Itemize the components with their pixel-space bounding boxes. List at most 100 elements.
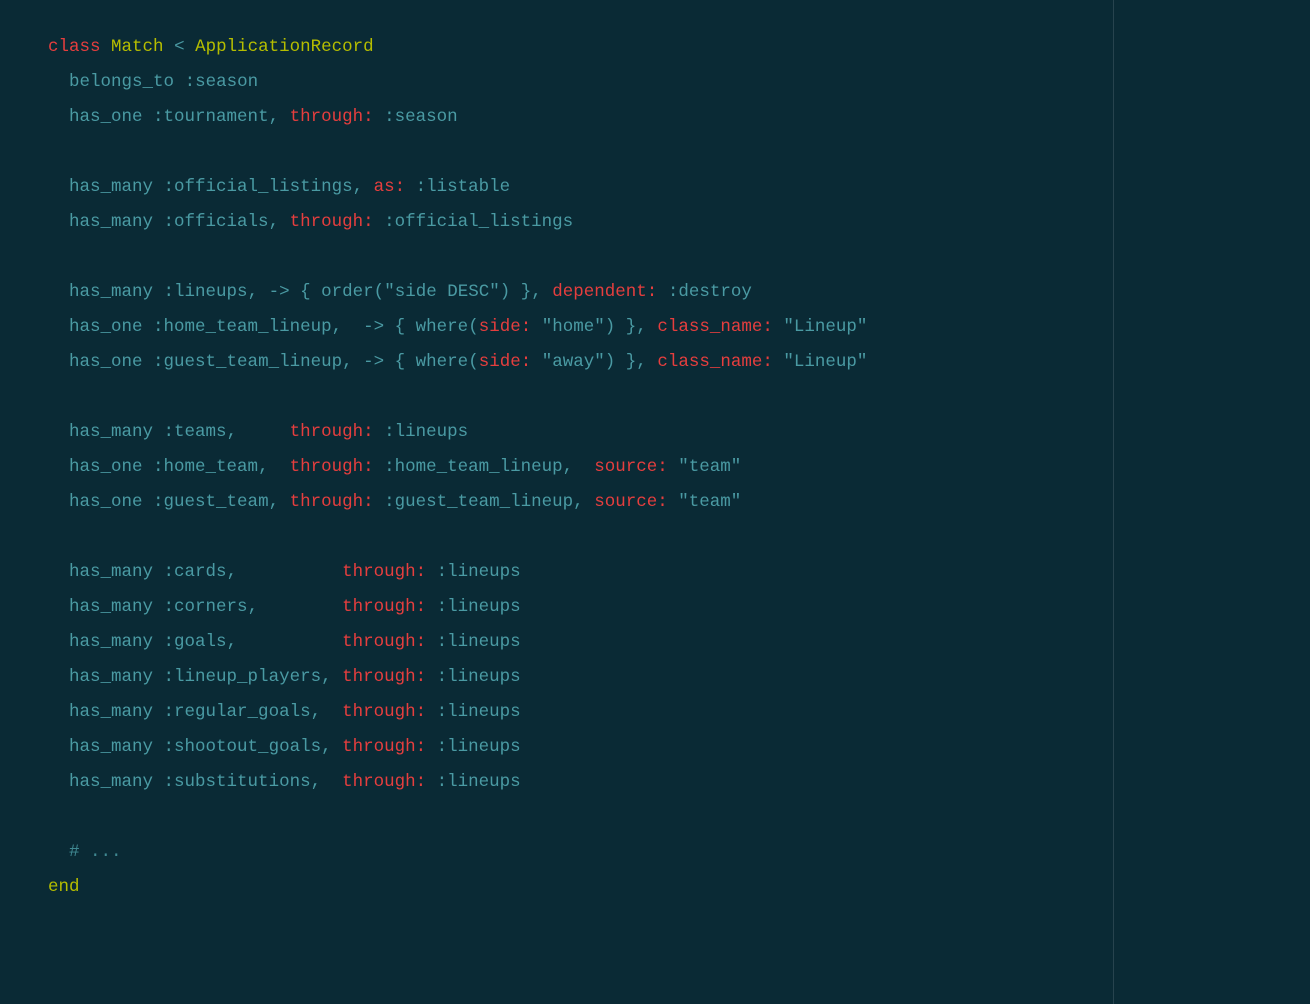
method-call: has_many <box>69 702 153 722</box>
symbol: :lineups <box>437 737 521 757</box>
method-call: where <box>416 352 469 372</box>
keyword-arg: through: <box>290 107 374 127</box>
paren-open: ( <box>468 352 479 372</box>
lambda-arrow: -> <box>363 352 384 372</box>
method-call: has_one <box>69 352 143 372</box>
keyword-arg: through: <box>290 492 374 512</box>
method-call: belongs_to <box>69 72 174 92</box>
symbol: :listable <box>416 177 511 197</box>
comma: , <box>636 352 647 372</box>
keyword-arg: through: <box>342 632 426 652</box>
keyword-arg: through: <box>342 562 426 582</box>
class-identifier: Match <box>111 37 164 57</box>
comma: , <box>269 107 280 127</box>
comma: , <box>321 667 332 687</box>
string-literal: "Lineup" <box>783 317 867 337</box>
method-call: has_many <box>69 422 153 442</box>
method-call: has_many <box>69 667 153 687</box>
method-call: where <box>416 317 469 337</box>
symbol: :lineup_players <box>164 667 322 687</box>
paren-close: ) <box>605 317 616 337</box>
symbol: :cards <box>164 562 227 582</box>
symbol: :regular_goals <box>164 702 311 722</box>
brace-open: { <box>300 282 311 302</box>
symbol: :lineups <box>437 772 521 792</box>
symbol: :corners <box>164 597 248 617</box>
comma: , <box>342 352 353 372</box>
method-call: has_many <box>69 562 153 582</box>
inherit-operator: < <box>174 37 185 57</box>
line: has_many :substitutions, through: :lineu… <box>48 772 521 792</box>
symbol: :guest_team_lineup <box>153 352 342 372</box>
keyword-arg: side: <box>479 317 532 337</box>
symbol: :official_listings <box>164 177 353 197</box>
comma: , <box>248 597 259 617</box>
line: has_one :home_team_lineup, -> { where(si… <box>48 317 867 337</box>
comma: , <box>353 177 364 197</box>
paren-open: ( <box>374 282 385 302</box>
symbol: :goals <box>164 632 227 652</box>
keyword-arg: source: <box>594 457 668 477</box>
comma: , <box>531 282 542 302</box>
lambda-arrow: -> <box>269 282 290 302</box>
line: class Match < ApplicationRecord <box>48 37 374 57</box>
line: has_one :guest_team, through: :guest_tea… <box>48 492 741 512</box>
method-call: has_many <box>69 282 153 302</box>
comma: , <box>311 702 322 722</box>
string-literal: "Lineup" <box>783 352 867 372</box>
brace-open: { <box>395 352 406 372</box>
method-call: has_one <box>69 107 143 127</box>
line: has_one :guest_team_lineup, -> { where(s… <box>48 352 867 372</box>
string-literal: "team" <box>678 457 741 477</box>
keyword-arg: source: <box>594 492 668 512</box>
line: belongs_to :season <box>48 72 258 92</box>
line: # ... <box>48 842 122 862</box>
string-literal: "team" <box>678 492 741 512</box>
comma: , <box>227 562 238 582</box>
paren-close: ) <box>500 282 511 302</box>
line: has_many :officials, through: :official_… <box>48 212 573 232</box>
symbol: :tournament <box>153 107 269 127</box>
symbol: :season <box>185 72 259 92</box>
brace-close: } <box>626 352 637 372</box>
method-call: has_many <box>69 632 153 652</box>
keyword-arg: through: <box>342 737 426 757</box>
symbol: :lineups <box>384 422 468 442</box>
line: has_many :lineups, -> { order("side DESC… <box>48 282 752 302</box>
keyword-arg: through: <box>342 702 426 722</box>
symbol: :substitutions <box>164 772 311 792</box>
symbol: :season <box>384 107 458 127</box>
symbol: :home_team <box>153 457 258 477</box>
comment: # ... <box>69 842 122 862</box>
comma: , <box>227 422 238 442</box>
symbol: :guest_team <box>153 492 269 512</box>
comma: , <box>269 212 280 232</box>
symbol: :guest_team_lineup <box>384 492 573 512</box>
method-call: has_one <box>69 317 143 337</box>
parent-class: ApplicationRecord <box>195 37 374 57</box>
method-call: has_many <box>69 772 153 792</box>
keyword-arg: side: <box>479 352 532 372</box>
string-literal: "away" <box>542 352 605 372</box>
symbol: :home_team_lineup <box>384 457 563 477</box>
line: has_many :corners, through: :lineups <box>48 597 521 617</box>
keyword-arg: class_name: <box>657 317 773 337</box>
symbol: :officials <box>164 212 269 232</box>
brace-close: } <box>521 282 532 302</box>
line: has_many :shootout_goals, through: :line… <box>48 737 521 757</box>
symbol: :destroy <box>668 282 752 302</box>
line: end <box>48 877 80 897</box>
symbol: :lineups <box>437 562 521 582</box>
keyword-end: end <box>48 877 80 897</box>
editor-ruler <box>1113 0 1114 1004</box>
keyword-class: class <box>48 37 101 57</box>
comma: , <box>636 317 647 337</box>
comma: , <box>332 317 343 337</box>
symbol: :official_listings <box>384 212 573 232</box>
keyword-arg: through: <box>342 597 426 617</box>
brace-close: } <box>626 317 637 337</box>
comma: , <box>563 457 574 477</box>
line: has_many :cards, through: :lineups <box>48 562 521 582</box>
method-call: has_many <box>69 737 153 757</box>
code-block: class Match < ApplicationRecord belongs_… <box>48 30 1290 905</box>
